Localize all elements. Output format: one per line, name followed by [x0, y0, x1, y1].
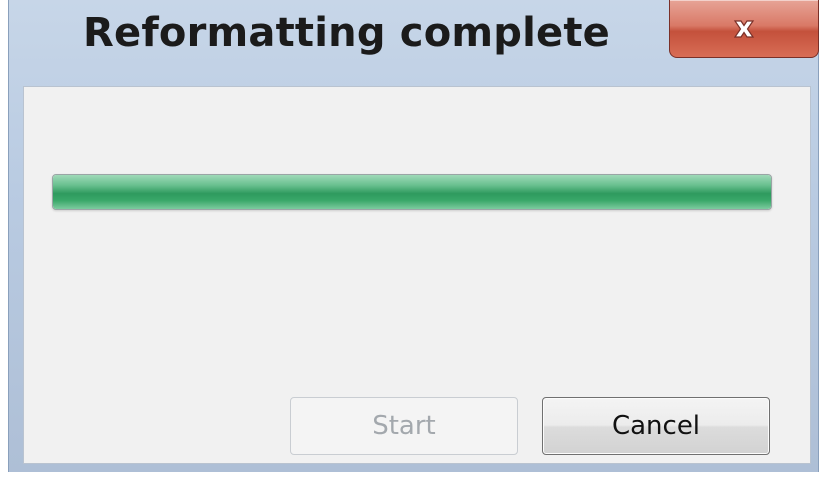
window-title: Reformatting complete	[83, 10, 610, 56]
close-button[interactable]	[669, 0, 819, 58]
progress-bar	[52, 174, 772, 210]
dialog-body: Start Cancel	[23, 86, 811, 464]
start-button[interactable]: Start	[290, 397, 518, 455]
progress-fill	[53, 175, 771, 209]
cancel-button[interactable]: Cancel	[542, 397, 770, 455]
title-bar[interactable]: Reformatting complete	[9, 0, 819, 84]
dialog-window: Reformatting complete Start Cancel	[8, 0, 819, 472]
close-icon	[733, 19, 755, 38]
bottom-strip	[0, 472, 821, 485]
